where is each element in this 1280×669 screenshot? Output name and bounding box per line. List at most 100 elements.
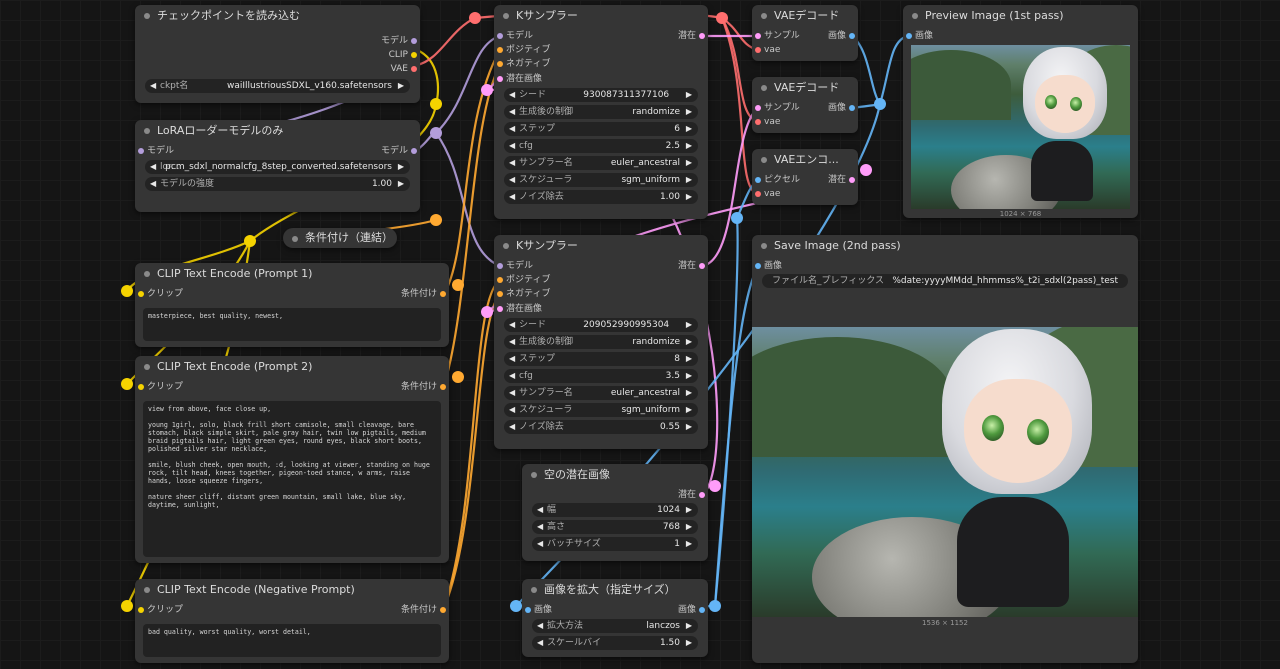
increment-arrow-icon[interactable]: ▶ bbox=[686, 386, 692, 400]
clip-socket[interactable] bbox=[138, 607, 144, 613]
decrement-arrow-icon[interactable]: ◀ bbox=[509, 420, 515, 434]
conditioning-socket[interactable] bbox=[497, 277, 503, 283]
conditioning-socket[interactable] bbox=[497, 61, 503, 67]
increment-arrow-icon[interactable]: ▶ bbox=[398, 177, 404, 191]
node-title[interactable]: Kサンプラー bbox=[494, 5, 708, 27]
model-socket[interactable] bbox=[138, 148, 144, 154]
empty-latent-image-node[interactable]: 空の潜在画像 潜在 ◀ 幅 1024 ▶ ◀ 高さ 768 ▶ ◀ バッチサイズ 1 ▶ bbox=[522, 464, 708, 561]
prompt-textarea[interactable]: masterpiece, best quality, newest, bbox=[143, 308, 441, 341]
cfg-number[interactable]: ◀ cfg 2.5 ▶ bbox=[504, 139, 698, 153]
output-latent[interactable]: 潜在 bbox=[678, 488, 705, 502]
decrement-arrow-icon[interactable]: ◀ bbox=[509, 122, 515, 136]
decrement-arrow-icon[interactable]: ◀ bbox=[150, 160, 156, 174]
image-socket[interactable] bbox=[849, 105, 855, 111]
latent-socket[interactable] bbox=[699, 263, 705, 269]
upscale-method-combo[interactable]: ◀ 拡大方法 lanczos ▶ bbox=[532, 619, 698, 633]
lora-name-combo[interactable]: ◀ lor... pcm_sdxl_normalcfg_8step_conver… bbox=[145, 160, 410, 174]
scheduler-combo[interactable]: ◀ スケジューラ sgm_uniform ▶ bbox=[504, 173, 698, 187]
prompt-textarea[interactable]: view from above, face close up, young 1g… bbox=[143, 401, 441, 557]
increment-arrow-icon[interactable]: ▶ bbox=[398, 160, 404, 174]
latent-socket[interactable] bbox=[497, 76, 503, 82]
scheduler-combo[interactable]: ◀ スケジューラ sgm_uniform ▶ bbox=[504, 403, 698, 417]
clip-socket[interactable] bbox=[138, 291, 144, 297]
image-socket[interactable] bbox=[849, 33, 855, 39]
input-model[interactable]: モデル bbox=[138, 144, 174, 158]
image-socket[interactable] bbox=[525, 607, 531, 613]
decrement-arrow-icon[interactable]: ◀ bbox=[509, 173, 515, 187]
node-title[interactable]: 画像を拡大（指定サイズ） bbox=[522, 579, 708, 601]
vae-socket[interactable] bbox=[755, 191, 761, 197]
output-model[interactable]: モデル bbox=[381, 34, 417, 48]
increment-arrow-icon[interactable]: ▶ bbox=[686, 105, 692, 119]
decrement-arrow-icon[interactable]: ◀ bbox=[509, 88, 515, 102]
increment-arrow-icon[interactable]: ▶ bbox=[686, 156, 692, 170]
input-negative[interactable]: ネガティブ bbox=[497, 287, 550, 301]
input-pixels[interactable]: ピクセル bbox=[755, 173, 800, 187]
output-image[interactable]: 画像 bbox=[678, 603, 705, 617]
lora-loader-node[interactable]: LoRAローダーモデルのみ モデル モデル ◀ lor... pcm_sdxl_… bbox=[135, 120, 420, 212]
clip-text-encode-negative-node[interactable]: CLIP Text Encode (Negative Prompt) クリップ … bbox=[135, 579, 449, 663]
vae-socket[interactable] bbox=[755, 47, 761, 53]
increment-arrow-icon[interactable]: ▶ bbox=[686, 318, 692, 332]
node-title[interactable]: LoRAローダーモデルのみ bbox=[135, 120, 420, 142]
input-image[interactable]: 画像 bbox=[906, 29, 933, 43]
decrement-arrow-icon[interactable]: ◀ bbox=[509, 335, 515, 349]
latent-socket[interactable] bbox=[755, 33, 761, 39]
filename-prefix-text[interactable]: ファイル名_プレフィックス %date:yyyyMMdd_hhmmss%_t2i… bbox=[762, 274, 1128, 288]
decrement-arrow-icon[interactable]: ◀ bbox=[537, 537, 543, 551]
conditioning-socket[interactable] bbox=[440, 291, 446, 297]
input-vae[interactable]: vae bbox=[755, 115, 780, 129]
input-negative[interactable]: ネガティブ bbox=[497, 57, 550, 71]
batch-size-number[interactable]: ◀ バッチサイズ 1 ▶ bbox=[532, 537, 698, 551]
model-socket[interactable] bbox=[497, 263, 503, 269]
decrement-arrow-icon[interactable]: ◀ bbox=[509, 139, 515, 153]
decrement-arrow-icon[interactable]: ◀ bbox=[509, 105, 515, 119]
node-title[interactable]: Kサンプラー bbox=[494, 235, 708, 257]
clip-text-encode-prompt2-node[interactable]: CLIP Text Encode (Prompt 2) クリップ 条件付け vi… bbox=[135, 356, 449, 563]
increment-arrow-icon[interactable]: ▶ bbox=[686, 88, 692, 102]
decrement-arrow-icon[interactable]: ◀ bbox=[509, 386, 515, 400]
latent-socket[interactable] bbox=[699, 492, 705, 498]
conditioning-socket[interactable] bbox=[440, 607, 446, 613]
latent-socket[interactable] bbox=[755, 105, 761, 111]
node-title[interactable]: チェックポイントを読み込む bbox=[135, 5, 420, 27]
increment-arrow-icon[interactable]: ▶ bbox=[686, 503, 692, 517]
image-socket[interactable] bbox=[699, 607, 705, 613]
increment-arrow-icon[interactable]: ▶ bbox=[686, 403, 692, 417]
increment-arrow-icon[interactable]: ▶ bbox=[686, 139, 692, 153]
image-socket[interactable] bbox=[755, 177, 761, 183]
sampler-name-combo[interactable]: ◀ サンプラー名 euler_ancestral ▶ bbox=[504, 386, 698, 400]
node-title[interactable]: CLIP Text Encode (Negative Prompt) bbox=[135, 579, 449, 601]
vae-socket[interactable] bbox=[411, 66, 417, 72]
vae-decode-first-node[interactable]: VAEデコード サンプル vae 画像 bbox=[752, 5, 858, 61]
decrement-arrow-icon[interactable]: ◀ bbox=[150, 79, 156, 93]
ksampler-second-pass-node[interactable]: Kサンプラー モデル ポジティブ ネガティブ 潜在画像 潜在 ◀ シード 20905… bbox=[494, 235, 708, 449]
node-title[interactable]: Preview Image (1st pass) bbox=[903, 5, 1138, 27]
increment-arrow-icon[interactable]: ▶ bbox=[686, 636, 692, 650]
image-socket[interactable] bbox=[906, 33, 912, 39]
decrement-arrow-icon[interactable]: ◀ bbox=[537, 520, 543, 534]
increment-arrow-icon[interactable]: ▶ bbox=[686, 537, 692, 551]
node-title[interactable]: 空の潜在画像 bbox=[522, 464, 708, 486]
input-positive[interactable]: ポジティブ bbox=[497, 273, 550, 287]
output-latent[interactable]: 潜在 bbox=[828, 173, 855, 187]
increment-arrow-icon[interactable]: ▶ bbox=[686, 335, 692, 349]
node-title[interactable]: CLIP Text Encode (Prompt 1) bbox=[135, 263, 449, 285]
model-socket[interactable] bbox=[497, 33, 503, 39]
decrement-arrow-icon[interactable]: ◀ bbox=[150, 177, 156, 191]
input-model[interactable]: モデル bbox=[497, 259, 533, 273]
increment-arrow-icon[interactable]: ▶ bbox=[686, 173, 692, 187]
input-model[interactable]: モデル bbox=[497, 29, 533, 43]
increment-arrow-icon[interactable]: ▶ bbox=[686, 190, 692, 204]
latent-socket[interactable] bbox=[849, 177, 855, 183]
decrement-arrow-icon[interactable]: ◀ bbox=[509, 403, 515, 417]
increment-arrow-icon[interactable]: ▶ bbox=[686, 352, 692, 366]
input-vae[interactable]: vae bbox=[755, 43, 780, 57]
cfg-number[interactable]: ◀ cfg 3.5 ▶ bbox=[504, 369, 698, 383]
lora-strength-number[interactable]: ◀ モデルの強度 1.00 ▶ bbox=[145, 177, 410, 191]
sampler-name-combo[interactable]: ◀ サンプラー名 euler_ancestral ▶ bbox=[504, 156, 698, 170]
conditioning-socket[interactable] bbox=[440, 384, 446, 390]
decrement-arrow-icon[interactable]: ◀ bbox=[509, 352, 515, 366]
conditioning-socket[interactable] bbox=[497, 47, 503, 53]
denoise-number[interactable]: ◀ ノイズ除去 1.00 ▶ bbox=[504, 190, 698, 204]
